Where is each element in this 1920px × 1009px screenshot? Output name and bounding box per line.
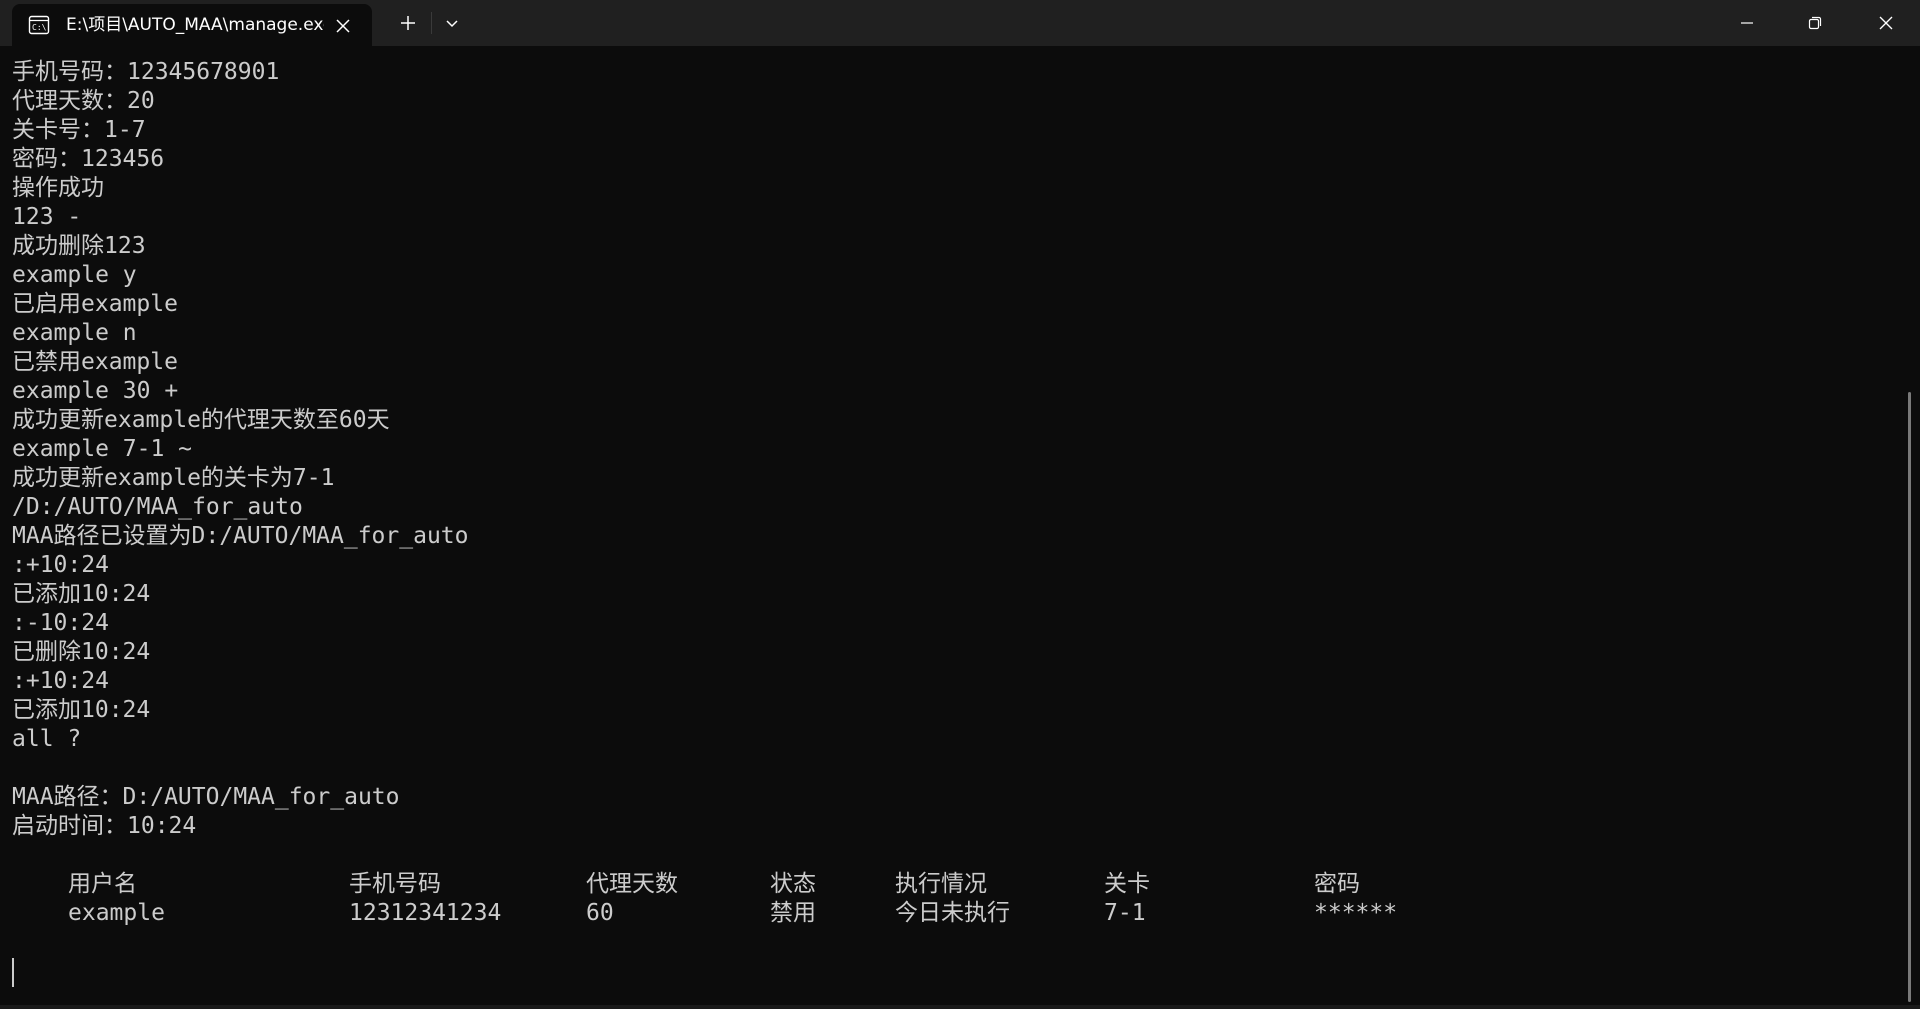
console-line: 123 - [12, 204, 82, 230]
cell-stage: 7-1 [1104, 900, 1146, 926]
console-line: 成功更新example的代理天数至60天 [12, 407, 390, 433]
console-line: /D:/AUTO/MAA_for_auto [12, 494, 303, 520]
cell-execution: 今日未执行 [895, 900, 1010, 926]
table-header-row: 用户名 手机号码 代理天数 状态 执行情况 关卡 密码 [68, 870, 1468, 899]
console-line: 关卡号：1-7 [12, 117, 146, 143]
console-line: 操作成功 [12, 175, 104, 201]
close-window-button[interactable] [1852, 0, 1920, 46]
title-bar: C:\ E:\项目\AUTO_MAA\manage.exe [0, 0, 1920, 46]
console-line: 已禁用example [12, 349, 178, 375]
scrollbar-thumb[interactable] [1908, 392, 1911, 1002]
console-line: example 7-1 ~ [12, 436, 193, 462]
header-phone: 手机号码 [349, 871, 441, 897]
console-lines: 手机号码：12345678901 代理天数：20 关卡号：1-7 密码：1234… [12, 58, 469, 841]
console-line: 已删除10:24 [12, 639, 151, 665]
plus-icon [401, 16, 415, 30]
console-line: 手机号码：12345678901 [12, 59, 280, 85]
cell-status: 禁用 [770, 900, 816, 926]
titlebar-divider [431, 12, 432, 34]
tab-close-icon[interactable] [332, 15, 354, 37]
cell-password: ****** [1314, 900, 1398, 926]
console-line: 已启用example [12, 291, 178, 317]
console-output[interactable]: 手机号码：12345678901 代理天数：20 关卡号：1-7 密码：1234… [0, 46, 1900, 1009]
close-icon [1879, 16, 1893, 30]
restore-button[interactable] [1784, 0, 1846, 46]
console-line: :+10:24 [12, 668, 109, 694]
table-row: example 12312341234 60 禁用 今日未执行 7-1 ****… [68, 899, 1468, 928]
minimize-button[interactable] [1716, 0, 1778, 46]
header-execution: 执行情况 [895, 871, 987, 897]
console-line: example 30 + [12, 378, 179, 404]
chevron-down-icon [446, 20, 458, 28]
header-username: 用户名 [68, 871, 137, 897]
tab-dropdown-button[interactable] [434, 0, 470, 46]
console-line: 成功更新example的关卡为7-1 [12, 465, 335, 491]
new-tab-button[interactable] [388, 0, 428, 46]
console-line: MAA路径已设置为D:/AUTO/MAA_for_auto [12, 523, 469, 549]
console-line: MAA路径：D:/AUTO/MAA_for_auto [12, 784, 400, 810]
header-password: 密码 [1314, 871, 1360, 897]
console-line: 密码：123456 [12, 146, 165, 172]
vertical-scrollbar[interactable] [1900, 46, 1920, 1009]
console-line: :+10:24 [12, 552, 109, 578]
cell-username: example [68, 900, 165, 926]
user-table: 用户名 手机号码 代理天数 状态 执行情况 关卡 密码 example 1231… [68, 870, 1468, 928]
console-line: 已添加10:24 [12, 581, 151, 607]
window-bottom-border [0, 1005, 1920, 1009]
restore-icon [1808, 16, 1822, 30]
console-line: example n [12, 320, 137, 346]
console-line: example y [12, 262, 137, 288]
header-status: 状态 [770, 871, 816, 897]
tab-title: E:\项目\AUTO_MAA\manage.exe [66, 15, 324, 35]
header-stage: 关卡 [1104, 871, 1150, 897]
console-line: :-10:24 [12, 610, 109, 636]
minimize-icon [1741, 22, 1753, 24]
text-cursor [12, 958, 14, 987]
console-line: all ? [12, 726, 82, 752]
terminal-icon: C:\ [28, 15, 50, 35]
header-proxy-days: 代理天数 [586, 871, 678, 897]
console-line: 代理天数：20 [12, 88, 155, 114]
console-line: 启动时间：10:24 [12, 813, 197, 839]
console-line: 成功删除123 [12, 233, 146, 259]
terminal-tab[interactable]: C:\ E:\项目\AUTO_MAA\manage.exe [12, 4, 372, 46]
console-line: 已添加10:24 [12, 697, 151, 723]
svg-text:C:\: C:\ [32, 23, 47, 32]
cell-phone: 12312341234 [349, 900, 502, 926]
cell-proxy-days: 60 [586, 900, 614, 926]
terminal-window: C:\ E:\项目\AUTO_MAA\manage.exe 手机号码：12345… [0, 0, 1920, 1009]
